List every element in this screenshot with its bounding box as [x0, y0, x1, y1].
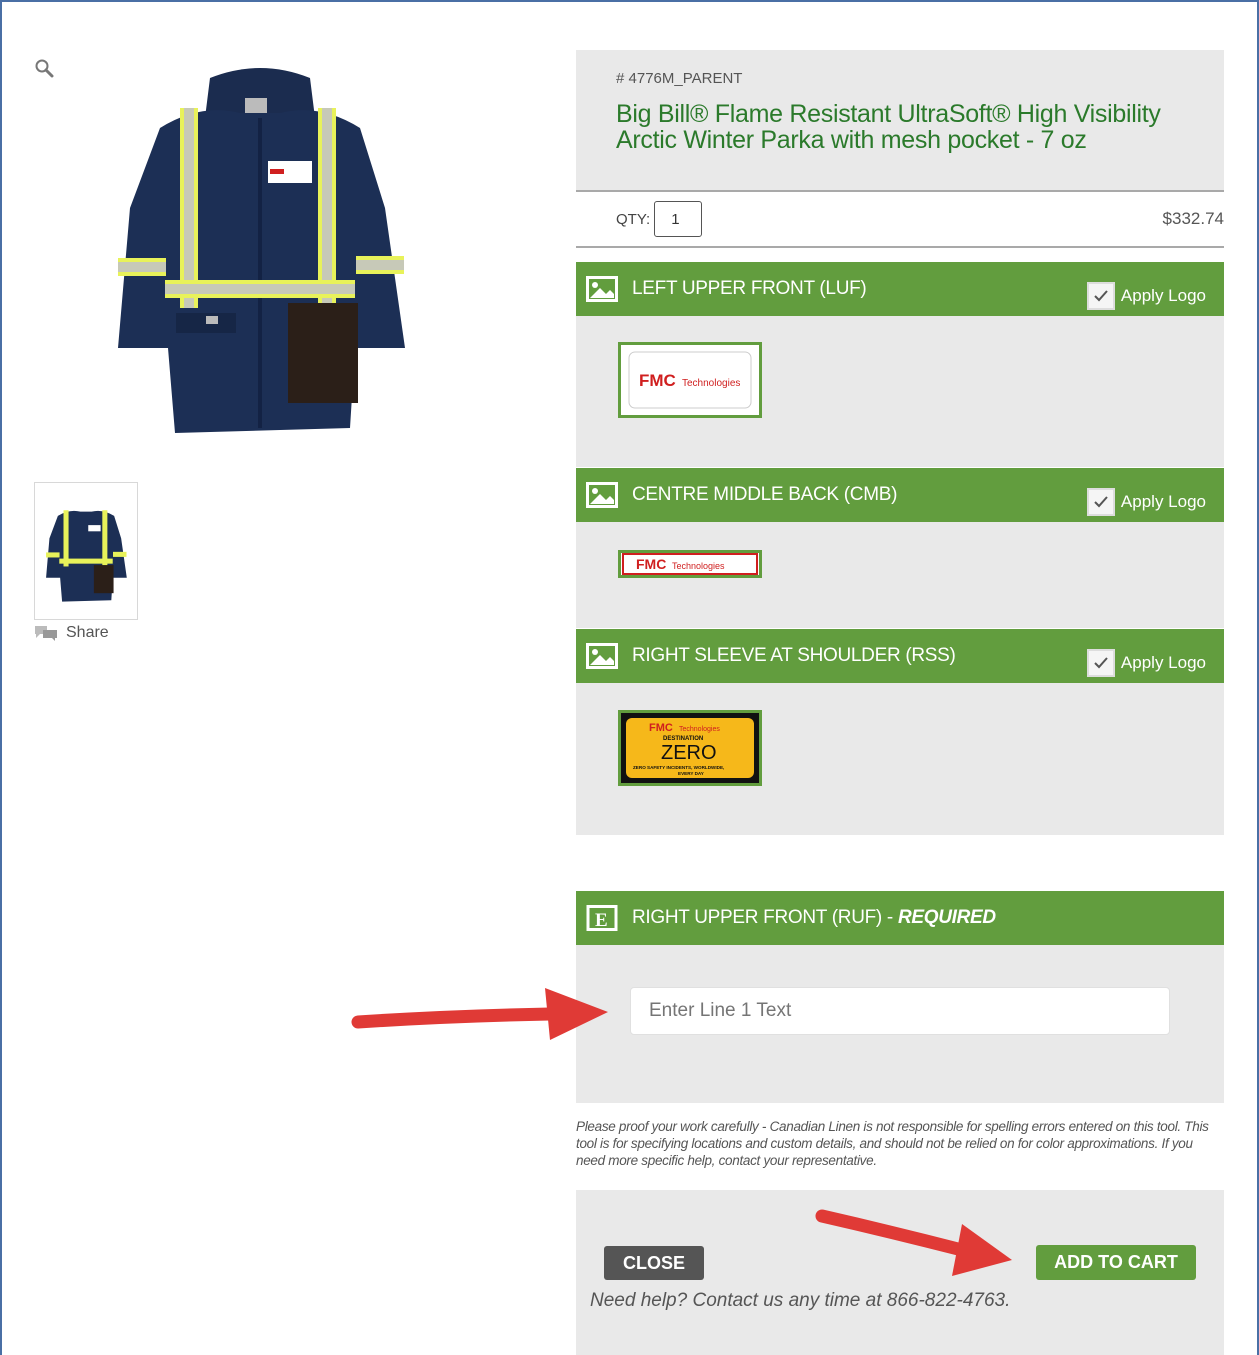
- apply-logo-checkbox[interactable]: [1086, 649, 1115, 677]
- apply-logo-checkbox[interactable]: [1086, 488, 1115, 516]
- location-body: [576, 945, 1224, 1103]
- image-icon: [586, 643, 618, 669]
- required-label: REQUIRED: [897, 907, 996, 928]
- location-title: CENTRE MIDDLE BACK (CMB): [632, 484, 898, 505]
- apply-logo-toggle[interactable]: Apply Logo: [1086, 649, 1206, 677]
- magnifier-icon[interactable]: [34, 58, 54, 78]
- svg-text:ZERO: ZERO: [661, 742, 717, 764]
- location-title: RIGHT SLEEVE AT SHOULDER (RSS): [632, 645, 956, 666]
- product-title: Big Bill® Flame Resistant UltraSoft® Hig…: [616, 100, 1161, 154]
- product-header: # 4776M_PARENT Big Bill® Flame Resistant…: [576, 50, 1224, 190]
- logo-preview[interactable]: FMC Technologies: [618, 550, 762, 578]
- product-thumbnail[interactable]: [34, 482, 138, 620]
- apply-logo-toggle[interactable]: Apply Logo: [1086, 488, 1206, 516]
- product-sku: # 4776M_PARENT: [616, 70, 743, 87]
- fmc-logo: FMC Technologies: [622, 553, 758, 575]
- apply-logo-label: Apply Logo: [1120, 492, 1206, 511]
- share-label: Share: [66, 624, 109, 641]
- annotation-arrow-icon: [815, 1209, 1012, 1276]
- share-link[interactable]: Share: [34, 624, 109, 642]
- destination-zero-logo: FMC Technologies DESTINATION ZERO ZERO S…: [626, 718, 754, 778]
- apply-logo-toggle[interactable]: Apply Logo: [1086, 282, 1206, 310]
- annotation-arrow-icon: [351, 988, 608, 1040]
- location-rss: RIGHT SLEEVE AT SHOULDER (RSS) Apply Log…: [576, 629, 1224, 835]
- location-luf: LEFT UPPER FRONT (LUF) Apply Logo FMC Te…: [576, 262, 1224, 467]
- location-body: FMC Technologies DESTINATION ZERO ZERO S…: [576, 683, 1224, 835]
- fmc-logo: FMC Technologies: [628, 351, 752, 409]
- qty-label: QTY:: [616, 210, 651, 228]
- checkmark-icon: [1094, 496, 1108, 508]
- location-header: E RIGHT UPPER FRONT (RUF) - REQUIRED: [576, 891, 1224, 945]
- svg-text:FMC: FMC: [649, 722, 673, 734]
- thumbnail-image: [46, 510, 127, 602]
- image-icon: [586, 482, 618, 508]
- logo-preview[interactable]: FMC Technologies DESTINATION ZERO ZERO S…: [618, 710, 762, 786]
- location-cmb: CENTRE MIDDLE BACK (CMB) Apply Logo FMC …: [576, 468, 1224, 628]
- svg-text:FMC: FMC: [636, 556, 666, 572]
- location-body: FMC Technologies: [576, 316, 1224, 467]
- close-button[interactable]: CLOSE: [604, 1246, 704, 1280]
- location-title-text: RIGHT UPPER FRONT (RUF) -: [632, 907, 898, 928]
- location-body: FMC Technologies: [576, 522, 1224, 628]
- location-ruf: E RIGHT UPPER FRONT (RUF) - REQUIRED: [576, 891, 1224, 1103]
- add-to-cart-button[interactable]: ADD TO CART: [1036, 1245, 1196, 1280]
- checkmark-icon: [1094, 290, 1108, 302]
- svg-text:Technologies: Technologies: [679, 726, 720, 733]
- text-e-icon: E: [586, 905, 618, 931]
- logo-preview[interactable]: FMC Technologies: [618, 342, 762, 418]
- location-title: RIGHT UPPER FRONT (RUF) - REQUIRED: [632, 907, 996, 929]
- product-image: [118, 68, 405, 433]
- line-1-text-input[interactable]: [630, 987, 1170, 1035]
- location-header: LEFT UPPER FRONT (LUF) Apply Logo: [576, 262, 1224, 316]
- quantity-row: QTY: $332.74: [576, 190, 1224, 248]
- svg-text:EVERY DAY: EVERY DAY: [678, 771, 704, 776]
- help-text: Need help? Contact us any time at 866-82…: [590, 1290, 1011, 1311]
- disclaimer-text: Please proof your work carefully - Canad…: [576, 1119, 1209, 1168]
- quantity-input[interactable]: [654, 201, 703, 237]
- checkmark-icon: [1094, 657, 1108, 669]
- location-header: CENTRE MIDDLE BACK (CMB) Apply Logo: [576, 468, 1224, 522]
- apply-logo-checkbox[interactable]: [1086, 282, 1115, 310]
- svg-text:E: E: [595, 910, 608, 931]
- speech-bubbles-icon: [35, 626, 57, 641]
- svg-text:ZERO SAFETY INCIDENTS, WORLDWI: ZERO SAFETY INCIDENTS, WORLDWIDE,: [633, 765, 724, 770]
- svg-text:FMC: FMC: [639, 371, 676, 390]
- product-price: $332.74: [1162, 209, 1224, 228]
- image-icon: [586, 276, 618, 302]
- location-title: LEFT UPPER FRONT (LUF): [632, 278, 867, 299]
- location-header: RIGHT SLEEVE AT SHOULDER (RSS) Apply Log…: [576, 629, 1224, 683]
- apply-logo-label: Apply Logo: [1120, 286, 1206, 305]
- apply-logo-label: Apply Logo: [1120, 653, 1206, 672]
- svg-text:Technologies: Technologies: [672, 561, 725, 571]
- svg-text:Technologies: Technologies: [682, 378, 740, 389]
